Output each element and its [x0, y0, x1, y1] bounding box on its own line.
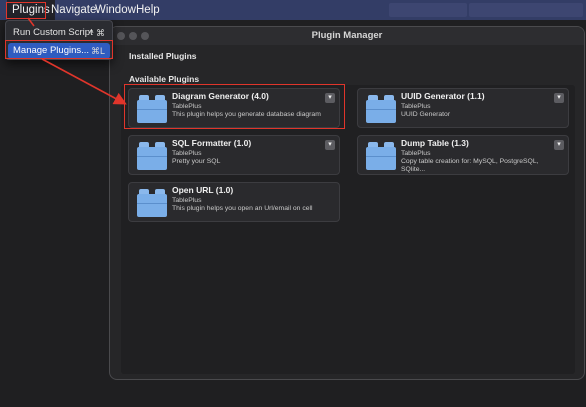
menu-item-label: Run Custom Script	[13, 27, 93, 38]
menu-help[interactable]: Help	[131, 0, 165, 20]
plugin-description: Copy table creation for: MySQL, PostgreS…	[401, 158, 539, 165]
plugin-manager-window: Plugin Manager Installed Plugins Availab…	[109, 26, 585, 380]
plugin-card-sql-formatter[interactable]: SQL Formatter (1.0) TablePlus Pretty you…	[128, 135, 340, 175]
plugin-card-open-url[interactable]: Open URL (1.0) TablePlus This plugin hel…	[128, 182, 340, 222]
chevron-down-icon[interactable]: ▾	[554, 93, 564, 103]
plugin-description: Pretty your SQL	[172, 158, 221, 165]
plugin-name: Open URL (1.0)	[172, 185, 234, 195]
chevron-down-icon[interactable]: ▾	[554, 140, 564, 150]
plugin-author: TablePlus	[172, 197, 202, 204]
plugin-description-continued: SQlite...	[401, 166, 426, 173]
annotation-highlight-plugins-menu	[6, 2, 46, 19]
plugin-author: TablePlus	[401, 150, 431, 157]
plugin-name: UUID Generator (1.1)	[401, 91, 485, 101]
plugin-card-uuid-generator[interactable]: UUID Generator (1.1) TablePlus UUID Gene…	[357, 88, 569, 128]
plugin-card-dump-table[interactable]: Dump Table (1.3) TablePlus Copy table cr…	[357, 135, 569, 175]
plugin-block-icon	[137, 189, 167, 217]
title-bar: Plugin Manager	[110, 27, 584, 45]
chevron-down-icon[interactable]: ▾	[325, 140, 335, 150]
plugin-block-icon	[366, 142, 396, 170]
plugin-name: SQL Formatter (1.0)	[172, 138, 252, 148]
menu-status-area	[389, 3, 467, 17]
menu-status-area	[469, 3, 583, 17]
installed-plugins-heading: Installed Plugins	[129, 51, 197, 61]
window-title: Plugin Manager	[311, 30, 383, 41]
plugin-block-icon	[137, 142, 167, 170]
plugin-author: TablePlus	[172, 150, 202, 157]
plugin-block-icon	[366, 95, 396, 123]
plugin-description: This plugin helps you open an Url/email …	[172, 205, 313, 212]
available-plugins-heading: Available Plugins	[129, 74, 200, 84]
annotation-highlight-manage-plugins	[5, 40, 113, 59]
plugin-description: UUID Generator	[401, 111, 451, 118]
menu-item-shortcut: ^ ⌘	[89, 28, 105, 38]
annotation-highlight-diagram-generator	[124, 84, 345, 129]
menu-bar: Plugins Navigate Window Help	[0, 0, 586, 20]
plugin-author: TablePlus	[401, 103, 431, 110]
menu-item-run-custom-script[interactable]: Run Custom Script ^ ⌘	[8, 25, 110, 41]
plugin-name: Dump Table (1.3)	[401, 138, 469, 148]
